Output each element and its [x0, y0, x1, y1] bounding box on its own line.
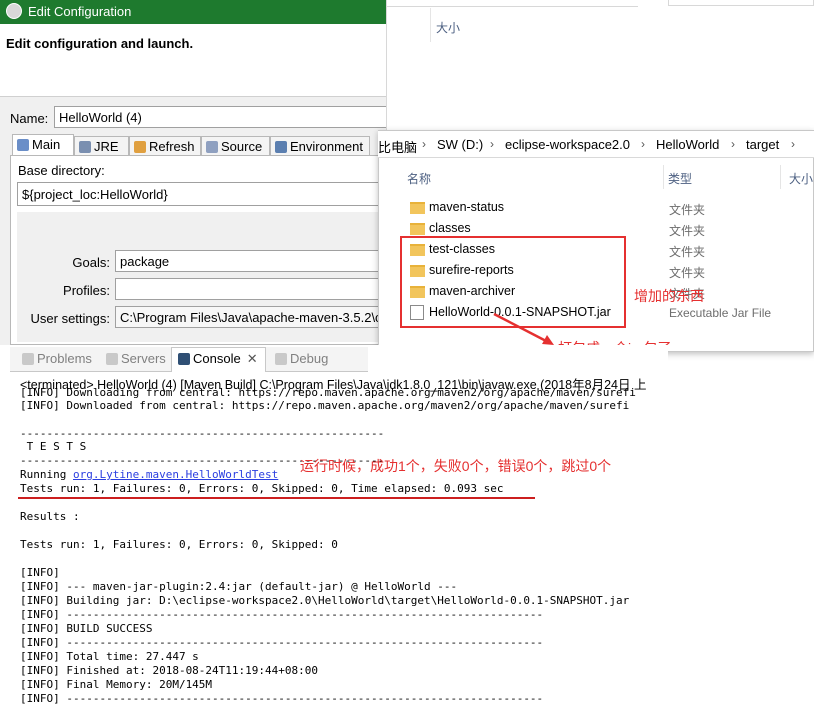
- tab-console[interactable]: Console ✕: [178, 351, 258, 367]
- breadcrumb-this-pc[interactable]: 比电脑: [378, 137, 417, 156]
- column-divider: [430, 8, 431, 42]
- tab-source[interactable]: Source: [201, 136, 270, 156]
- tab-problems[interactable]: Problems: [22, 351, 92, 366]
- file-row-name[interactable]: classes: [429, 221, 471, 235]
- file-row-type: 文件夹: [669, 203, 706, 217]
- user-settings-label: User settings:: [30, 311, 110, 326]
- console-line: [INFO]: [20, 566, 60, 579]
- tab-refresh[interactable]: Refresh: [129, 136, 201, 156]
- console-line: T E S T S: [20, 440, 87, 453]
- breadcrumb-drive[interactable]: SW (D:): [437, 137, 483, 152]
- column-header-size[interactable]: 大小: [789, 170, 813, 187]
- console-line: [INFO] Downloaded from central: https://…: [20, 399, 630, 412]
- breadcrumb-project[interactable]: HelloWorld: [656, 137, 719, 152]
- file-row-name[interactable]: maven-status: [429, 200, 504, 214]
- test-class-link[interactable]: org.Lytine.maven.HelloWorldTest: [73, 468, 278, 481]
- column-divider: [780, 165, 781, 189]
- console-line: Tests run: 1, Failures: 0, Errors: 0, Sk…: [20, 482, 504, 495]
- chevron-right-icon: ›: [422, 137, 426, 151]
- chevron-right-icon: ›: [490, 137, 494, 151]
- eclipse-gear-icon: [6, 3, 22, 19]
- console-line: [INFO] --- maven-jar-plugin:2.4:jar (def…: [20, 580, 458, 593]
- console-line: Tests run: 1, Failures: 0, Errors: 0, Sk…: [20, 538, 338, 551]
- refresh-icon: [134, 141, 146, 153]
- dialog-header-text: Edit configuration and launch.: [6, 36, 194, 51]
- column-header-name[interactable]: 名称: [407, 170, 431, 187]
- close-icon[interactable]: ✕: [247, 351, 258, 366]
- dialog-title-bar[interactable]: Edit Configuration: [0, 0, 386, 24]
- column-header-type[interactable]: 类型: [668, 170, 692, 187]
- tab-environment[interactable]: Environment: [270, 136, 370, 156]
- servers-icon: [106, 353, 118, 365]
- console-line: [INFO] BUILD SUCCESS: [20, 622, 153, 635]
- console-line: [INFO] ---------------------------------…: [20, 608, 544, 621]
- underline-annotation: [18, 497, 535, 499]
- name-label: Name:: [10, 111, 49, 126]
- file-row-type: Executable Jar File: [669, 306, 772, 320]
- breadcrumb-workspace[interactable]: eclipse-workspace2.0: [505, 137, 630, 152]
- console-line: [INFO] ---------------------------------…: [20, 692, 544, 705]
- debug-icon: [275, 353, 287, 365]
- console-line: [INFO] Downloading from central: https:/…: [20, 386, 636, 399]
- annotation-added-items: 增加的东西: [634, 288, 704, 304]
- problems-icon: [22, 353, 34, 365]
- folder-icon: [410, 202, 425, 214]
- tab-jre[interactable]: JRE: [74, 136, 129, 156]
- file-row-type: 文件夹: [669, 266, 706, 280]
- dialog-header: Edit configuration and launch.: [0, 24, 386, 97]
- name-input[interactable]: HelloWorld (4): [54, 106, 394, 128]
- profiles-input[interactable]: [115, 278, 395, 300]
- file-row-type: 文件夹: [669, 245, 706, 259]
- source-icon: [206, 141, 218, 153]
- console-line: [INFO] Total time: 27.447 s: [20, 650, 199, 663]
- column-header-size[interactable]: 大小: [436, 19, 460, 36]
- goals-label: Goals:: [72, 255, 110, 270]
- environment-icon: [275, 141, 287, 153]
- tab-debug[interactable]: Debug: [275, 351, 328, 366]
- console-line: [INFO] Building jar: D:\eclipse-workspac…: [20, 594, 630, 607]
- jre-library-icon: [79, 141, 91, 153]
- breadcrumb-target[interactable]: target: [746, 137, 779, 152]
- console-running-line: Running org.Lytine.maven.HelloWorldTest: [20, 468, 279, 481]
- goals-input[interactable]: package: [115, 250, 395, 272]
- base-directory-input[interactable]: ${project_loc:HelloWorld}: [17, 182, 389, 206]
- arrow-annotation: [493, 312, 554, 345]
- tab-servers[interactable]: Servers: [106, 351, 166, 366]
- chevron-right-icon: ›: [731, 137, 735, 151]
- folder-icon: [410, 223, 425, 235]
- file-row-type: 文件夹: [669, 224, 706, 238]
- console-line: ----------------------------------------…: [20, 427, 385, 440]
- chevron-right-icon: ›: [791, 137, 795, 151]
- profiles-label: Profiles:: [63, 283, 110, 298]
- console-line: [INFO] Finished at: 2018-08-24T11:19:44+…: [20, 664, 319, 677]
- base-directory-label: Base directory:: [18, 163, 105, 178]
- console-line: [INFO] Final Memory: 20M/145M: [20, 678, 213, 691]
- column-divider: [663, 165, 664, 189]
- explorer-search-box[interactable]: [668, 0, 814, 6]
- annotation-test-results: 运行时候，成功1个，失败0个，错误0个，跳过0个: [300, 458, 612, 474]
- dialog-title: Edit Configuration: [28, 4, 132, 19]
- user-settings-input[interactable]: C:\Program Files\Java\apache-maven-3.5.2…: [115, 306, 395, 328]
- console-line: [INFO] ---------------------------------…: [20, 636, 544, 649]
- main-tab-icon: [17, 139, 29, 151]
- explorer-toolbar-strip: [386, 0, 638, 7]
- console-icon: [178, 353, 190, 365]
- chevron-right-icon: ›: [641, 137, 645, 151]
- tab-main[interactable]: Main: [12, 134, 74, 156]
- console-line: Results :: [20, 510, 80, 523]
